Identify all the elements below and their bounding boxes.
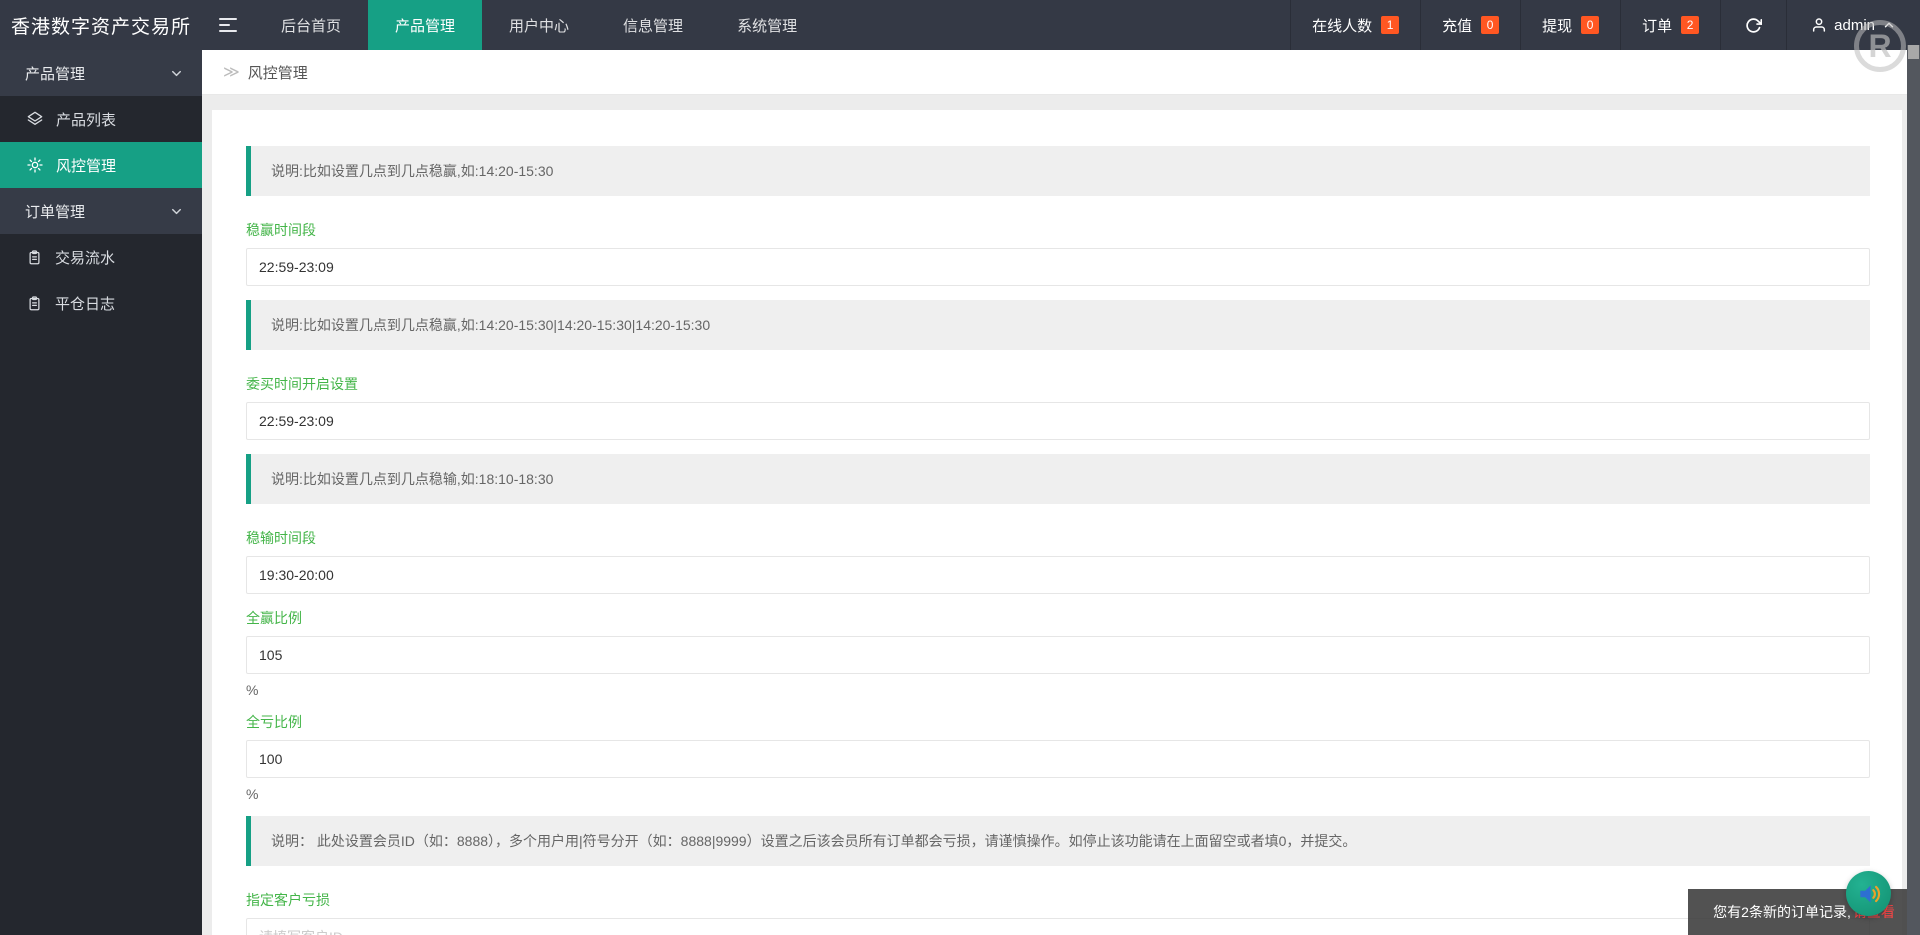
- note-text: 说明:比如设置几点到几点稳赢,如:14:20-15:30: [271, 163, 554, 179]
- sidebar-item-label: 风控管理: [56, 157, 117, 175]
- full-loss-ratio-input[interactable]: [246, 740, 1870, 778]
- sidebar-item-label: 产品列表: [56, 111, 117, 129]
- field-buy-time: 委买时间开启设置: [246, 374, 1870, 440]
- field-label: 全亏比例: [246, 714, 302, 730]
- stat-label: 订单: [1642, 17, 1673, 35]
- sidebar: 产品管理 产品列表 风控管理 订单管理 交易流水 平仓日志: [0, 50, 202, 935]
- stat-deposits[interactable]: 充值 0: [1420, 0, 1520, 50]
- username: admin: [1834, 16, 1875, 34]
- count-badge: 2: [1681, 16, 1700, 34]
- note-lose-time: 说明:比如设置几点到几点稳输,如:18:10-18:30: [246, 454, 1870, 504]
- stat-label: 充值: [1442, 17, 1473, 35]
- stat-orders[interactable]: 订单 2: [1620, 0, 1720, 50]
- field-label: 全赢比例: [246, 610, 302, 626]
- sidebar-group-label: 产品管理: [25, 65, 86, 83]
- field-full-loss-ratio: 全亏比例 %: [246, 712, 1870, 802]
- stat-label: 在线人数: [1312, 17, 1373, 35]
- scrollbar-thumb[interactable]: [1908, 45, 1919, 59]
- sidebar-item-risk-control[interactable]: 风控管理: [0, 142, 202, 188]
- chevron-down-icon: [172, 70, 181, 76]
- speaker-icon: [1859, 884, 1880, 903]
- note-text: 说明:比如设置几点到几点稳输,如:18:10-18:30: [271, 471, 554, 487]
- field-label: 指定客户亏损: [246, 892, 330, 908]
- main-content: 说明:比如设置几点到几点稳赢,如:14:20-15:30 稳赢时间段 说明:比如…: [202, 95, 1907, 935]
- field-win-time: 稳赢时间段: [246, 220, 1870, 286]
- refresh-icon: [1746, 17, 1763, 33]
- win-time-input[interactable]: [246, 248, 1870, 286]
- field-label: 稳赢时间段: [246, 222, 316, 238]
- stat-withdrawals[interactable]: 提现 0: [1520, 0, 1620, 50]
- count-badge: 0: [1481, 16, 1500, 34]
- double-chevron-icon: ≫: [223, 64, 240, 81]
- breadcrumb-bar: ≫ 风控管理: [202, 50, 1907, 95]
- hamburger-icon: [219, 18, 237, 20]
- navbar-spacer: [824, 0, 1290, 50]
- field-full-win-ratio: 全赢比例 %: [246, 608, 1870, 698]
- sidebar-item-product-list[interactable]: 产品列表: [0, 96, 202, 142]
- clipboard-icon: [29, 295, 40, 310]
- sidebar-group-label: 订单管理: [25, 203, 86, 221]
- buy-time-input[interactable]: [246, 402, 1870, 440]
- percent-suffix: %: [246, 682, 259, 698]
- sidebar-item-close-log[interactable]: 平仓日志: [0, 280, 202, 326]
- gear-icon: [27, 157, 43, 173]
- field-customer-loss: 指定客户亏损: [246, 890, 1870, 935]
- stat-online-users[interactable]: 在线人数 1: [1290, 0, 1420, 50]
- top-navbar: 香港数字资产交易所 后台首页 产品管理 用户中心 信息管理 系统管理 在线人数 …: [0, 0, 1920, 50]
- hamburger-icon: [219, 24, 230, 26]
- count-badge: 1: [1381, 16, 1400, 34]
- refresh-button[interactable]: [1720, 0, 1786, 50]
- brand-logo: 香港数字资产交易所: [10, 16, 191, 38]
- nav-item-system[interactable]: 系统管理: [710, 0, 824, 50]
- navbar-right: 在线人数 1 充值 0 提现 0 订单 2 admin: [1290, 0, 1920, 50]
- layers-icon: [27, 111, 43, 125]
- sidebar-item-trade-flow[interactable]: 交易流水: [0, 234, 202, 280]
- nav-item-dashboard[interactable]: 后台首页: [254, 0, 368, 50]
- chevron-down-icon: [172, 208, 181, 214]
- sidebar-item-label: 交易流水: [55, 249, 116, 267]
- sidebar-item-label: 平仓日志: [55, 295, 116, 313]
- field-label: 稳输时间段: [246, 530, 316, 546]
- stat-label: 提现: [1542, 17, 1573, 35]
- user-icon: [1813, 18, 1826, 32]
- nav-item-users[interactable]: 用户中心: [482, 0, 596, 50]
- breadcrumb-current: 风控管理: [247, 64, 308, 82]
- clipboard-icon: [29, 249, 40, 264]
- note-customer-loss: 说明： 此处设置会员ID（如：8888），多个用户用|符号分开（如：8888|9…: [246, 816, 1870, 866]
- hamburger-icon: [219, 30, 237, 32]
- field-label: 委买时间开启设置: [246, 376, 358, 392]
- sidebar-group-products[interactable]: 产品管理: [0, 50, 202, 96]
- sound-toggle-button[interactable]: [1846, 871, 1891, 916]
- note-win-time: 说明:比如设置几点到几点稳赢,如:14:20-15:30: [246, 146, 1870, 196]
- field-lose-time: 稳输时间段: [246, 528, 1870, 594]
- customer-loss-input[interactable]: [246, 918, 1870, 935]
- note-text: 说明:比如设置几点到几点稳赢,如:14:20-15:30|14:20-15:30…: [271, 317, 711, 333]
- percent-suffix: %: [246, 786, 259, 802]
- toast-message: 您有2条新的订单记录,: [1713, 904, 1851, 920]
- count-badge: 0: [1581, 16, 1600, 34]
- nav-item-info[interactable]: 信息管理: [596, 0, 710, 50]
- sidebar-collapse-button[interactable]: [202, 0, 254, 50]
- user-menu[interactable]: admin: [1786, 0, 1920, 50]
- top-menu: 后台首页 产品管理 用户中心 信息管理 系统管理: [254, 0, 824, 50]
- note-buy-time: 说明:比如设置几点到几点稳赢,如:14:20-15:30|14:20-15:30…: [246, 300, 1870, 350]
- lose-time-input[interactable]: [246, 556, 1870, 594]
- chevron-up-icon: [1884, 22, 1894, 28]
- nav-item-products[interactable]: 产品管理: [368, 0, 483, 50]
- vertical-scrollbar[interactable]: [1907, 45, 1920, 935]
- sidebar-group-orders[interactable]: 订单管理: [0, 188, 202, 234]
- full-win-ratio-input[interactable]: [246, 636, 1870, 674]
- risk-settings-card: 说明:比如设置几点到几点稳赢,如:14:20-15:30 稳赢时间段 说明:比如…: [212, 110, 1902, 935]
- note-text: 说明： 此处设置会员ID（如：8888），多个用户用|符号分开（如：8888|9…: [271, 833, 1357, 849]
